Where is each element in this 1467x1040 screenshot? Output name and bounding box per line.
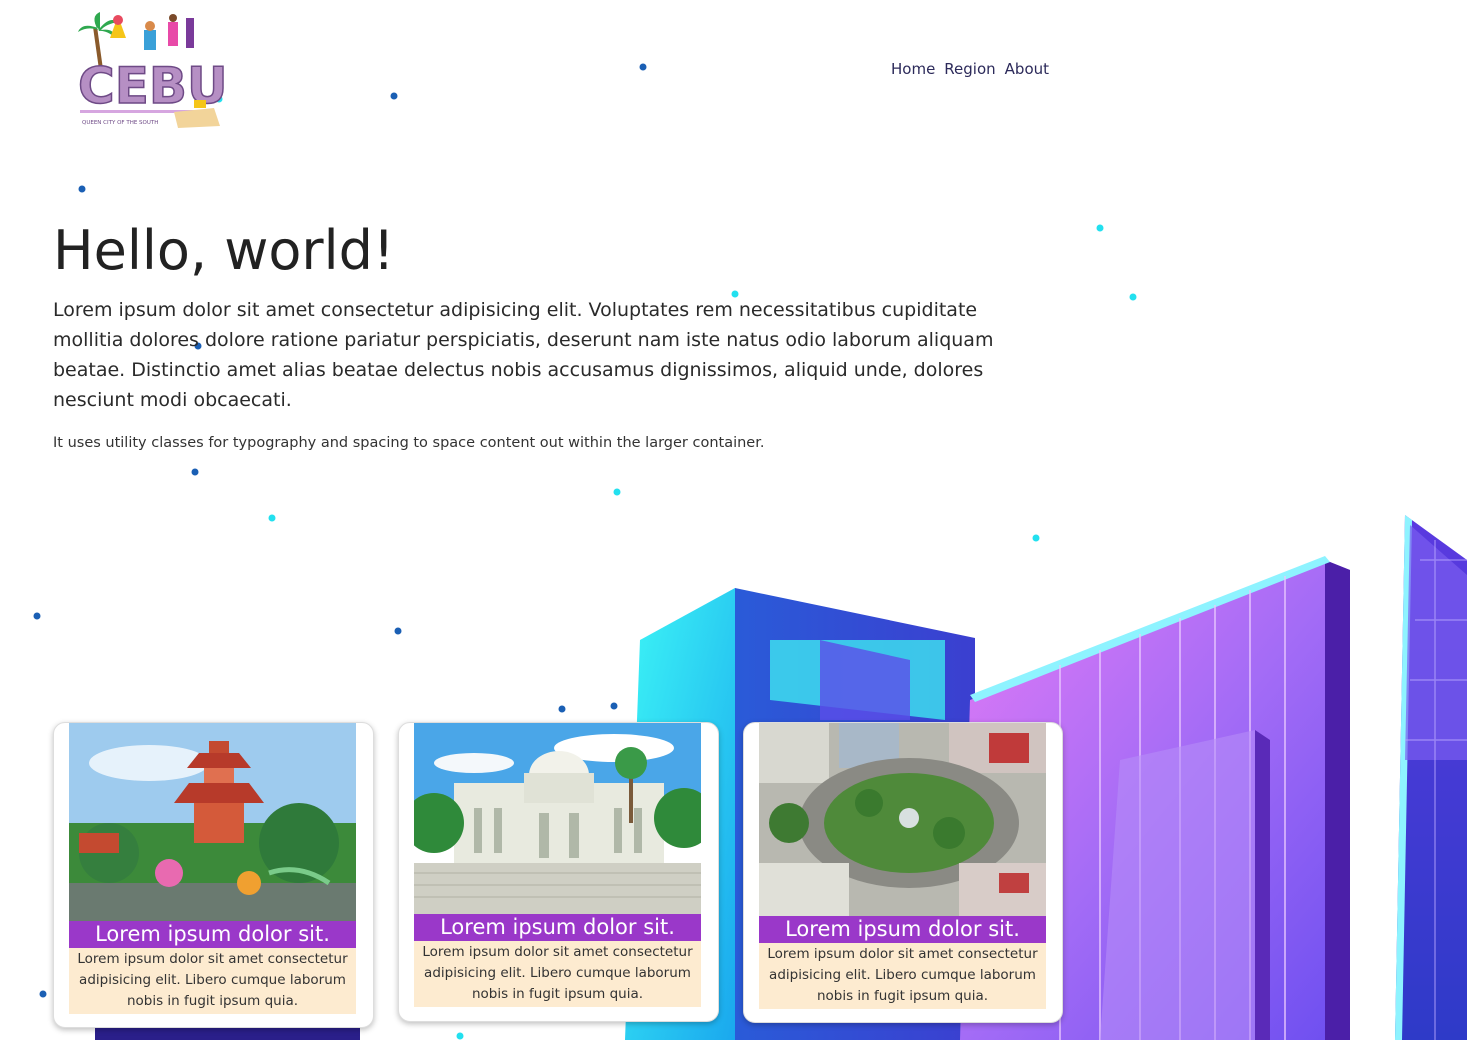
card-1-text: Lorem ipsum dolor sit amet consectetur a… <box>69 948 356 1014</box>
card-2[interactable]: Lorem ipsum dolor sit. Lorem ipsum dolor… <box>398 722 719 1022</box>
card-1-title: Lorem ipsum dolor sit. <box>69 921 356 948</box>
card-3-title: Lorem ipsum dolor sit. <box>759 916 1046 943</box>
hero-section: Hello, world! Lorem ipsum dolor sit amet… <box>53 215 1053 453</box>
card-3-text: Lorem ipsum dolor sit amet consectetur a… <box>759 943 1046 1009</box>
rotunda-aerial-image <box>759 723 1046 916</box>
hero-note-text: It uses utility classes for typography a… <box>53 435 765 451</box>
hero-lead-text: Lorem ipsum dolor sit amet consectetur a… <box>53 299 994 411</box>
card-2-title: Lorem ipsum dolor sit. <box>414 914 701 941</box>
cebu-logo[interactable]: CEBU QUEEN CITY OF THE SOUTH <box>74 8 228 132</box>
hero-title: Hello, world! <box>53 219 395 282</box>
nav-about-link[interactable]: About <box>1005 60 1049 78</box>
card-2-text: Lorem ipsum dolor sit amet consectetur a… <box>414 941 701 1007</box>
main-nav: Home Region About <box>891 60 1049 78</box>
logo-tagline: QUEEN CITY OF THE SOUTH <box>82 120 158 126</box>
nav-home-link[interactable]: Home <box>891 60 935 78</box>
card-3[interactable]: Lorem ipsum dolor sit. Lorem ipsum dolor… <box>743 722 1063 1023</box>
card-1[interactable]: Lorem ipsum dolor sit. Lorem ipsum dolor… <box>53 722 374 1028</box>
taoist-temple-image <box>69 723 356 921</box>
capitol-building-image <box>414 723 701 914</box>
nav-region-link[interactable]: Region <box>944 60 995 78</box>
